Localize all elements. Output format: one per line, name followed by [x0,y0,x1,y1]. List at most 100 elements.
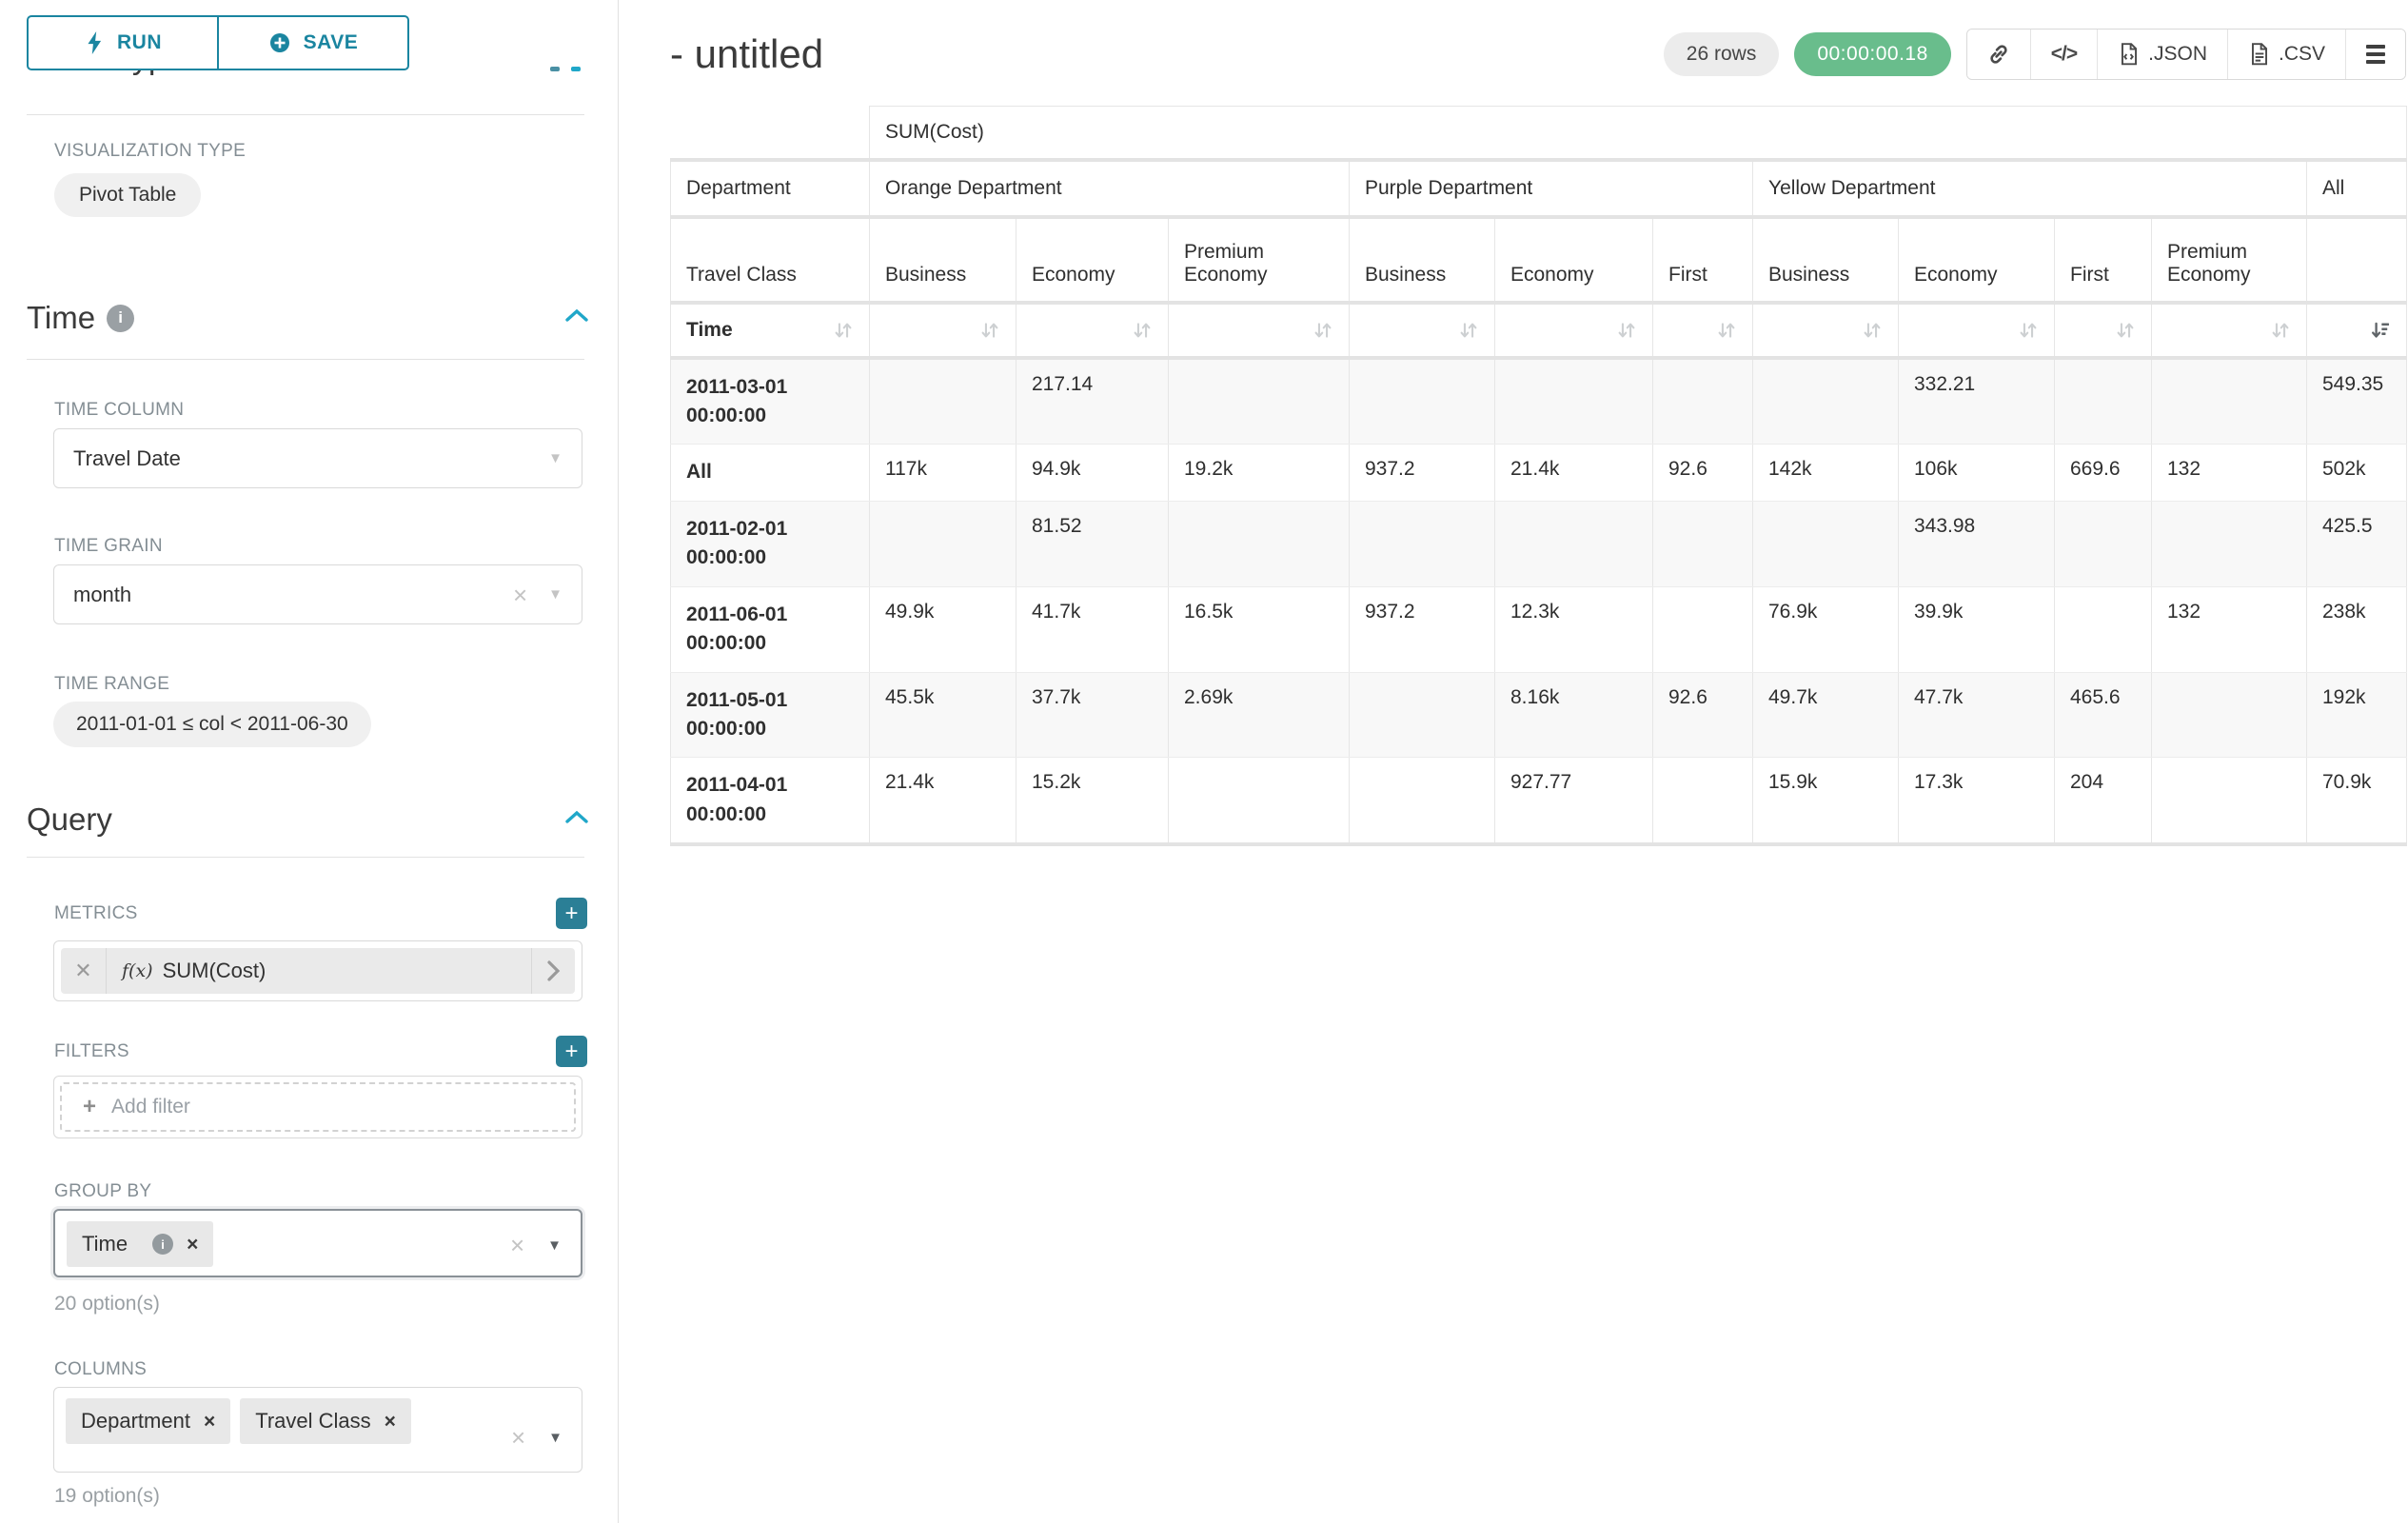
export-csv-button[interactable]: .CSV [2228,30,2346,79]
visualization-type-label: VISUALIZATION TYPE [54,141,246,162]
sort-icon[interactable] [979,320,1000,341]
sort-cell [1350,303,1495,358]
run-save-button-group: RUN SAVE [27,15,409,70]
section-divider [27,114,584,115]
group-by-tag-time[interactable]: Time i × [67,1221,213,1267]
pivot-value-cell: 937.2 [1350,445,1495,501]
row-label-cell: 2011-03-01 00:00:00 [671,358,870,445]
columns-tag-travel-class[interactable]: Travel Class × [240,1398,411,1444]
chart-header-actions: 26 rows 00:00:00.18 </> [1664,29,2406,80]
info-icon[interactable]: i [152,1234,173,1255]
department-dim-label: Department [671,160,870,217]
pivot-value-cell: 549.35 [2307,358,2407,445]
embed-code-button[interactable]: </> [2031,30,2098,79]
sort-icon[interactable] [2018,320,2039,341]
sort-icon[interactable] [833,320,854,341]
file-csv-icon [2248,42,2271,67]
clear-icon[interactable]: × [511,1425,525,1450]
copy-link-button[interactable] [1967,30,2031,79]
save-button[interactable]: SAVE [217,15,409,70]
col-header: Business [1350,217,1495,303]
metrics-control: ✕ f(x) SUM(Cost) [53,940,582,1001]
export-json-button[interactable]: .JSON [2098,30,2228,79]
time-grain-select[interactable]: month × ▼ [53,564,582,624]
col-header: Premium Economy [1169,217,1350,303]
columns-tag-department[interactable]: Department × [66,1398,230,1444]
pivot-value-cell: 12.3k [1495,586,1653,672]
pivot-value-cell [2055,501,2152,586]
pivot-value-cell [1350,758,1495,844]
plus-icon: + [83,1094,96,1120]
metrics-label-row: METRICS + [54,898,587,929]
add-filter-button[interactable]: + [556,1036,587,1067]
row-label-cell: 2011-02-01 00:00:00 [671,501,870,586]
caret-down-icon[interactable]: ▼ [547,1237,562,1254]
add-metric-button[interactable]: + [556,898,587,929]
col-header: First [2055,217,2152,303]
clipped-caret-fragment [571,67,581,71]
sort-icon[interactable] [1616,320,1637,341]
pivot-value-cell: 17.3k [1899,758,2055,844]
caret-down-icon[interactable]: ▼ [548,1430,563,1446]
filters-control: + Add filter [53,1076,582,1138]
time-column-select[interactable]: Travel Date ▼ [53,428,582,488]
time-range-pill[interactable]: 2011-01-01 ≤ col < 2011-06-30 [53,702,371,747]
metric-chip[interactable]: ✕ f(x) SUM(Cost) [61,948,575,994]
add-filter-dropzone[interactable]: + Add filter [60,1082,576,1132]
sort-icon[interactable] [1862,320,1883,341]
chevron-up-icon[interactable] [564,307,589,329]
remove-metric-icon[interactable]: ✕ [61,948,107,994]
sort-icon[interactable] [1313,320,1333,341]
chart-panel: - untitled 26 rows 00:00:00.18 </> [619,0,2408,1523]
group-by-select[interactable]: Time i × × ▼ [53,1209,582,1277]
pivot-data-row: All117k94.9k19.2k937.221.4k92.6142k106k6… [671,445,2407,501]
clear-icon[interactable]: × [510,1233,524,1257]
remove-tag-icon[interactable]: × [187,1235,198,1255]
chart-title[interactable]: - untitled [670,31,823,77]
sort-cell [1753,303,1899,358]
remove-tag-icon[interactable]: × [204,1412,215,1432]
sort-icon[interactable] [2115,320,2136,341]
sort-icon[interactable] [1716,320,1737,341]
pivot-value-cell: 204 [2055,758,2152,844]
metric-header-cell: SUM(Cost) [870,107,2407,160]
pivot-value-cell: 21.4k [870,758,1016,844]
query-section-header: Query [27,801,589,838]
caret-down-icon[interactable]: ▼ [548,450,563,466]
chart-header: - untitled 26 rows 00:00:00.18 </> [670,29,2406,80]
chevron-up-icon[interactable] [564,809,589,831]
pivot-data-row: 2011-06-01 00:00:0049.9k41.7k16.5k937.21… [671,586,2407,672]
export-button-group: </> .JSON .CSV [1966,29,2406,80]
sort-icon[interactable] [2270,320,2291,341]
info-icon[interactable]: i [107,305,134,332]
pivot-value-cell: 94.9k [1016,445,1169,501]
pivot-table: SUM(Cost)DepartmentOrange DepartmentPurp… [670,106,2408,846]
pivot-value-cell: 937.2 [1350,586,1495,672]
sort-icon[interactable] [1458,320,1479,341]
clear-icon[interactable]: × [513,583,527,607]
caret-down-icon[interactable]: ▼ [548,586,563,603]
pivot-value-cell: 37.7k [1016,672,1169,758]
pivot-value-cell: 425.5 [2307,501,2407,586]
sort-desc-icon[interactable] [2370,320,2391,341]
sort-cell [870,303,1016,358]
tag-label: Time [82,1232,128,1256]
run-button[interactable]: RUN [27,15,219,70]
sort-cell [2307,303,2407,358]
fx-icon: f(x) [122,960,153,981]
sort-cell [1653,303,1753,358]
pivot-value-cell: 49.9k [870,586,1016,672]
pivot-value-cell [1653,358,1753,445]
pivot-corner-cell [671,107,870,160]
pivot-value-cell [2152,672,2307,758]
superset-explore-app: Chart Type RUN SAVE VISUALIZATION TYPE P… [0,0,2408,1523]
file-json-icon [2118,42,2141,67]
columns-select[interactable]: Department × Travel Class × × ▼ [53,1387,582,1473]
remove-tag-icon[interactable]: × [385,1412,396,1432]
pivot-value-cell [1169,501,1350,586]
pivot-value-cell [1495,501,1653,586]
visualization-type-pill[interactable]: Pivot Table [54,173,201,217]
menu-button[interactable] [2346,30,2405,79]
sort-icon[interactable] [1132,320,1153,341]
chevron-right-icon[interactable] [531,948,575,994]
